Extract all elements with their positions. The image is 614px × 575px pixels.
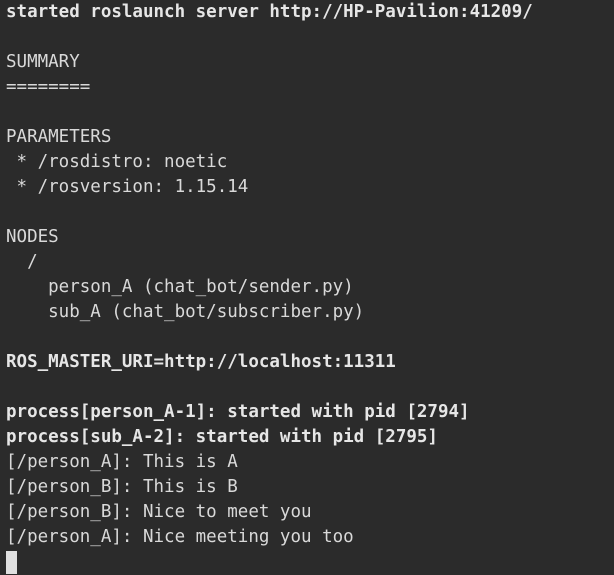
terminal-line-ros-master-uri: ROS_MASTER_URI=http://localhost:11311 — [6, 352, 396, 372]
terminal-line-nodes-namespace: / — [6, 252, 38, 272]
terminal-line-roslaunch-server: started roslaunch server http://HP-Pavil… — [6, 2, 533, 22]
terminal-window[interactable]: started roslaunch server http://HP-Pavil… — [0, 0, 614, 575]
terminal-line-log-person-a-1: [/person_A]: This is A — [6, 452, 238, 472]
terminal-line-log-person-b-1: [/person_B]: This is B — [6, 477, 238, 497]
terminal-line-param-rosversion: * /rosversion: 1.15.14 — [6, 177, 249, 197]
terminal-line-nodes-heading: NODES — [6, 227, 59, 247]
terminal-line-process-sub-a: process[sub_A-2]: started with pid [2795… — [6, 427, 438, 447]
terminal-line-process-person-a: process[person_A-1]: started with pid [2… — [6, 402, 470, 422]
terminal-line-node-sub-a: sub_A (chat_bot/subscriber.py) — [6, 302, 365, 322]
terminal-line-summary-underline: ======== — [6, 77, 91, 97]
terminal-prompt-line[interactable] — [6, 550, 614, 575]
terminal-line-param-rosdistro: * /rosdistro: noetic — [6, 152, 228, 172]
terminal-line-log-person-b-2: [/person_B]: Nice to meet you — [6, 502, 312, 522]
terminal-line-parameters-heading: PARAMETERS — [6, 127, 112, 147]
terminal-line-log-person-a-2: [/person_A]: Nice meeting you too — [6, 527, 354, 547]
terminal-cursor — [6, 551, 17, 574]
terminal-line-node-person-a: person_A (chat_bot/sender.py) — [6, 277, 354, 297]
terminal-line-summary-heading: SUMMARY — [6, 52, 80, 72]
